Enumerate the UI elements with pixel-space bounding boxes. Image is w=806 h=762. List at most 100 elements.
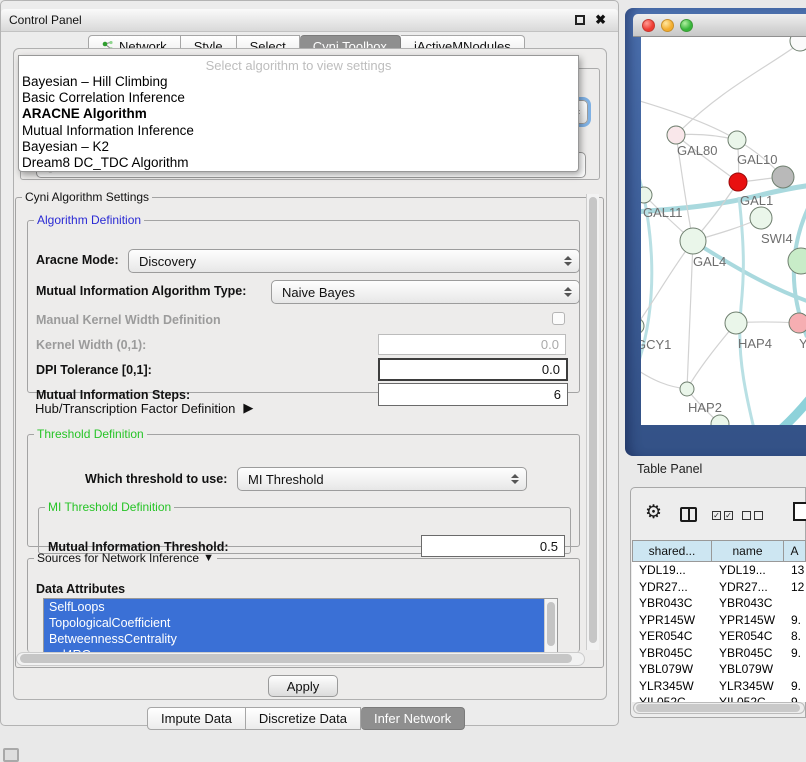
dropdown-item[interactable]: Mutual Information Inference <box>19 123 578 139</box>
node-gal80[interactable] <box>667 126 685 144</box>
cell: YBL079W <box>632 661 712 678</box>
node-label-hap4: HAP4 <box>738 336 772 351</box>
tab-discretize-data[interactable]: Discretize Data <box>246 707 361 730</box>
table-body: YDL19...YDL19...13 YDR27...YDR27...12 YB… <box>632 562 806 702</box>
clear-checkboxes-icon[interactable] <box>742 511 763 520</box>
node-hap2[interactable] <box>680 382 694 396</box>
table-row[interactable]: YBR043CYBR043C <box>632 595 806 612</box>
table-row[interactable]: YDR27...YDR27...12 <box>632 579 806 596</box>
cell: 12 <box>784 579 806 596</box>
node-gal11[interactable] <box>641 187 652 203</box>
new-document-icon[interactable] <box>793 502 806 521</box>
table-row[interactable]: YPR145WYPR145W9. <box>632 612 806 629</box>
table-horizontal-scrollbar[interactable] <box>633 702 805 714</box>
combo-arrows-icon <box>564 256 572 266</box>
table-header-row: shared... name A <box>632 540 806 562</box>
mi-type-label: Mutual Information Algorithm Type: <box>36 284 246 298</box>
cell: 9. <box>784 645 806 662</box>
node-gray[interactable] <box>772 166 794 188</box>
cell: YBR045C <box>712 645 784 662</box>
table-row[interactable]: YDL19...YDL19...13 <box>632 562 806 579</box>
node-pink-right[interactable] <box>789 313 806 333</box>
cell: YLR345W <box>712 678 784 695</box>
dropdown-item[interactable]: Basic Correlation Inference <box>19 90 578 106</box>
minimize-button[interactable] <box>661 19 674 32</box>
collapsed-arrow-icon[interactable]: ▶ <box>243 400 253 416</box>
expanded-arrow-icon[interactable]: ▼ <box>203 552 214 564</box>
cell: YPR145W <box>712 612 784 629</box>
node-label-y-cut: Y <box>799 336 806 351</box>
scrollbar-thumb[interactable] <box>589 197 597 643</box>
gear-icon[interactable]: ⚙ <box>645 503 662 523</box>
scrollbar-thumb[interactable] <box>636 704 800 712</box>
node-gal4[interactable] <box>680 228 706 254</box>
select-all-checkboxes-icon[interactable]: ✓ ✓ <box>712 511 733 520</box>
node-bottom[interactable] <box>711 415 729 425</box>
list-item-selected[interactable]: SelfLoops <box>44 599 544 615</box>
node-gcy1[interactable] <box>641 318 644 334</box>
list-item-selected[interactable]: BetweennessCentrality <box>44 631 544 647</box>
close-button[interactable] <box>642 19 655 32</box>
column-header-name[interactable]: name <box>712 541 784 561</box>
table-row[interactable]: YLR345WYLR345W9. <box>632 678 806 695</box>
node-label-gal10: GAL10 <box>737 152 777 167</box>
aracne-mode-combobox[interactable]: Discovery <box>128 249 580 273</box>
node-swi4[interactable] <box>750 207 772 229</box>
hub-definition-expander[interactable]: Hub/Transcription Factor Definition ▶ <box>35 400 253 416</box>
settings-horizontal-scrollbar[interactable] <box>16 652 585 666</box>
node-label-gcy1: GCY1 <box>641 337 671 352</box>
dropdown-item[interactable]: Bayesian – Hill Climbing <box>19 74 578 90</box>
kernel-width-field[interactable]: 0.0 <box>378 334 566 355</box>
which-threshold-combobox[interactable]: MI Threshold <box>237 467 527 491</box>
node-green-right[interactable] <box>788 248 806 274</box>
tab-impute-data[interactable]: Impute Data <box>147 707 246 730</box>
column-header-cut[interactable]: A <box>784 541 806 561</box>
hub-definition-label: Hub/Transcription Factor Definition <box>35 401 235 416</box>
threshold-definition-group: Threshold Definition Which threshold to … <box>27 427 580 547</box>
mi-algorithm-type-combobox[interactable]: Naive Bayes <box>271 280 580 304</box>
dropdown-item[interactable]: Dream8 DC_TDC Algorithm <box>19 155 578 171</box>
dpi-tolerance-field[interactable]: 0.0 <box>378 358 568 381</box>
cell: YDR27... <box>712 579 784 596</box>
scrollbar-thumb[interactable] <box>547 602 555 646</box>
table-row[interactable]: YER054CYER054C8. <box>632 628 806 645</box>
checked-box-icon: ✓ <box>724 511 733 520</box>
zoom-button[interactable] <box>680 19 693 32</box>
cell: 9 <box>784 694 806 702</box>
network-window-titlebar[interactable] <box>633 14 806 37</box>
network-view-window[interactable]: GAL80 GAL10 GAL11 GAL1 SWI4 GAL4 GCY1 HA… <box>625 8 806 456</box>
dropdown-item[interactable]: Bayesian – K2 <box>19 139 578 155</box>
combo-arrows-icon <box>511 474 519 484</box>
cell: 9. <box>784 678 806 695</box>
node-hap4[interactable] <box>725 312 747 334</box>
cell: YER054C <box>632 628 712 645</box>
mi-steps-field[interactable]: 6 <box>378 383 568 406</box>
cell: 9. <box>784 612 806 629</box>
group-title: Algorithm Definition <box>34 213 144 227</box>
dropdown-hint: Select algorithm to view settings <box>19 56 578 74</box>
cell: YBR045C <box>632 645 712 662</box>
list-item-selected[interactable]: TopologicalCoefficient <box>44 615 544 631</box>
node-gal1-red[interactable] <box>729 173 747 191</box>
settings-vertical-scrollbar[interactable] <box>586 194 599 650</box>
close-icon[interactable]: ✖ <box>595 15 606 25</box>
network-canvas[interactable]: GAL80 GAL10 GAL11 GAL1 SWI4 GAL4 GCY1 HA… <box>641 37 806 425</box>
docked-panel-icon[interactable] <box>3 748 19 762</box>
float-window-icon[interactable] <box>575 15 585 25</box>
column-header-shared-name[interactable]: shared... <box>632 541 712 561</box>
mi-threshold-definition-group: MI Threshold Definition Mutual Informati… <box>38 500 571 554</box>
split-columns-icon[interactable] <box>680 507 697 522</box>
scrollbar-thumb[interactable] <box>20 654 572 663</box>
combo-arrows-icon <box>564 287 572 297</box>
cell: YDL19... <box>712 562 784 579</box>
table-row[interactable]: YIL052CYIL052C9 <box>632 694 806 702</box>
table-row[interactable]: YBR045CYBR045C9. <box>632 645 806 662</box>
apply-button[interactable]: Apply <box>268 675 338 697</box>
dropdown-item-selected[interactable]: ARACNE Algorithm <box>19 106 578 122</box>
manual-kernel-checkbox[interactable] <box>552 312 565 325</box>
unchecked-box-icon <box>754 511 763 520</box>
node-gal10[interactable] <box>728 131 746 149</box>
combo-value: Naive Bayes <box>282 285 355 300</box>
table-row[interactable]: YBL079WYBL079W <box>632 661 806 678</box>
tab-infer-network[interactable]: Infer Network <box>361 707 465 730</box>
